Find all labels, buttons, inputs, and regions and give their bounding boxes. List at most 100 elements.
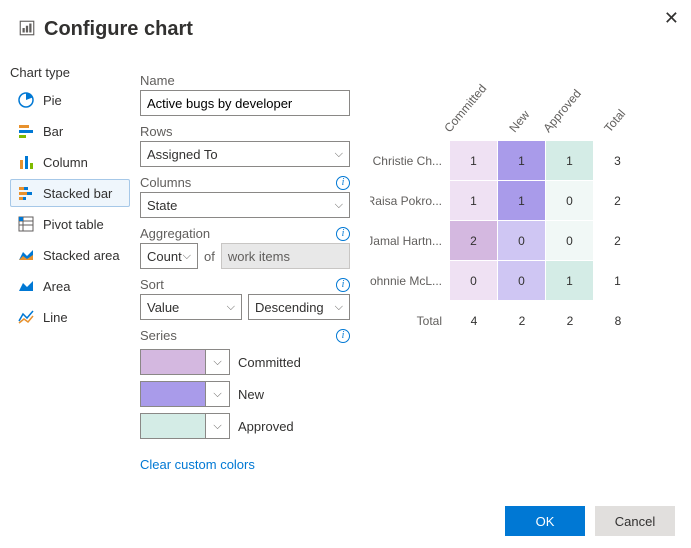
series-row-committed: ⌵ Committed: [140, 349, 350, 375]
preview-total-cell: 4: [450, 301, 498, 341]
stacked-area-icon: [17, 246, 35, 264]
preview-total-cell: 2: [498, 301, 546, 341]
preview-row: Jamal Hartn...2002: [370, 221, 679, 261]
aggregation-label: Aggregation i: [140, 226, 350, 241]
bar-icon: [17, 122, 35, 140]
chart-type-label-text: Line: [43, 310, 68, 325]
chart-type-label-text: Pie: [43, 93, 62, 108]
preview-row-label: Christie Ch...: [370, 141, 450, 181]
ok-button[interactable]: OK: [505, 506, 585, 536]
preview-cell: 1: [546, 141, 594, 181]
chevron-down-icon: ⌵: [205, 414, 229, 438]
aggregation-select[interactable]: Count⌵: [140, 243, 198, 269]
pivot-table-icon: [17, 215, 35, 233]
chart-type-label: Chart type: [10, 65, 130, 80]
chart-preview: Committed New Approved Total Christie Ch…: [360, 51, 679, 472]
preview-total-label: Total: [370, 301, 450, 341]
chart-type-pivot-table[interactable]: Pivot table: [10, 210, 130, 238]
preview-cell: 1: [498, 181, 546, 221]
chart-type-pie[interactable]: Pie: [10, 86, 130, 114]
rows-select[interactable]: Assigned To⌵: [140, 141, 350, 167]
chevron-down-icon: ⌵: [335, 148, 343, 161]
series-name: Committed: [238, 355, 301, 370]
chart-type-stacked-area[interactable]: Stacked area: [10, 241, 130, 269]
color-swatch: [141, 382, 205, 406]
info-icon[interactable]: i: [336, 329, 350, 343]
preview-cell: 1: [498, 141, 546, 181]
name-label: Name: [140, 73, 350, 88]
series-name: Approved: [238, 419, 294, 434]
chevron-down-icon: ⌵: [205, 350, 229, 374]
line-icon: [17, 308, 35, 326]
preview-row-label: Raisa Pokro...: [370, 181, 450, 221]
preview-cell: 0: [546, 221, 594, 261]
series-row-new: ⌵ New: [140, 381, 350, 407]
chevron-down-icon: ⌵: [335, 301, 343, 314]
preview-total-row: Total 4 2 2 8: [370, 301, 679, 341]
area-icon: [17, 277, 35, 295]
dialog-header: Configure chart: [0, 0, 691, 51]
dialog-title: Configure chart: [44, 18, 193, 41]
columns-select[interactable]: State⌵: [140, 192, 350, 218]
chart-type-column[interactable]: Column: [10, 148, 130, 176]
preview-row: Christie Ch...1113: [370, 141, 679, 181]
color-swatch: [141, 350, 205, 374]
preview-cell: 0: [498, 221, 546, 261]
chart-type-line[interactable]: Line: [10, 303, 130, 331]
sort-field-select[interactable]: Value⌵: [140, 294, 242, 320]
chart-type-label-text: Pivot table: [43, 217, 104, 232]
series-name: New: [238, 387, 264, 402]
cancel-button[interactable]: Cancel: [595, 506, 675, 536]
info-icon[interactable]: i: [336, 176, 350, 190]
chart-type-label-text: Column: [43, 155, 88, 170]
preview-row: Raisa Pokro...1102: [370, 181, 679, 221]
chevron-down-icon: ⌵: [205, 382, 229, 406]
preview-col-approved: Approved: [546, 79, 594, 141]
series-color-approved[interactable]: ⌵: [140, 413, 230, 439]
series-row-approved: ⌵ Approved: [140, 413, 350, 439]
column-icon: [17, 153, 35, 171]
preview-cell: 3: [594, 141, 642, 181]
series-color-new[interactable]: ⌵: [140, 381, 230, 407]
name-input[interactable]: [140, 90, 350, 116]
chevron-down-icon: ⌵: [227, 301, 235, 314]
preview-row-label: Jamal Hartn...: [370, 221, 450, 261]
preview-cell: 2: [594, 181, 642, 221]
preview-cell: 0: [546, 181, 594, 221]
preview-cell: 1: [546, 261, 594, 301]
chevron-down-icon: ⌵: [335, 199, 343, 212]
chart-type-label-text: Stacked bar: [43, 186, 112, 201]
sort-direction-select[interactable]: Descending⌵: [248, 294, 350, 320]
info-icon[interactable]: i: [336, 278, 350, 292]
preview-cell: 2: [450, 221, 498, 261]
preview-total-cell: 8: [594, 301, 642, 341]
preview-cell: 0: [498, 261, 546, 301]
chart-type-stacked-bar[interactable]: Stacked bar: [10, 179, 130, 207]
preview-total-cell: 2: [546, 301, 594, 341]
series-color-committed[interactable]: ⌵: [140, 349, 230, 375]
preview-cell: 1: [594, 261, 642, 301]
preview-cell: 2: [594, 221, 642, 261]
color-swatch: [141, 414, 205, 438]
preview-col-new: New: [498, 79, 546, 141]
chart-type-label-text: Bar: [43, 124, 63, 139]
preview-col-committed: Committed: [450, 79, 498, 141]
preview-row-label: Johnnie McL...: [370, 261, 450, 301]
chart-type-area[interactable]: Area: [10, 272, 130, 300]
chart-type-bar[interactable]: Bar: [10, 117, 130, 145]
preview-cell: 0: [450, 261, 498, 301]
sort-label: Sort i: [140, 277, 350, 292]
chart-icon: [18, 19, 36, 40]
info-icon[interactable]: i: [336, 227, 350, 241]
chart-type-label-text: Stacked area: [43, 248, 120, 263]
preview-col-total: Total: [594, 79, 642, 141]
pie-icon: [17, 91, 35, 109]
chart-type-label-text: Area: [43, 279, 70, 294]
dialog-footer: OK Cancel: [505, 506, 675, 536]
clear-custom-colors-link[interactable]: Clear custom colors: [140, 457, 255, 472]
stacked-bar-icon: [17, 184, 35, 202]
preview-cell: 1: [450, 181, 498, 221]
preview-row: Johnnie McL...0011: [370, 261, 679, 301]
close-icon[interactable]: ✕: [664, 8, 679, 29]
preview-cell: 1: [450, 141, 498, 181]
